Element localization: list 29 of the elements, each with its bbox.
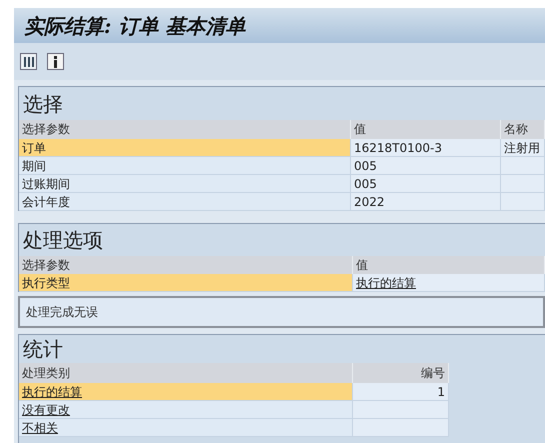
section-title: 选择 [19, 87, 545, 120]
table-cell: 注射用 [501, 139, 545, 157]
category-link[interactable]: 不相关 [22, 421, 58, 435]
category-link[interactable]: 执行的结算 [22, 385, 82, 399]
table-cell: 005 [351, 175, 501, 193]
window-title: 实际结算: 订单 基本清单 [24, 12, 246, 40]
columns-icon[interactable] [20, 53, 37, 70]
column-header: 选择参数 [19, 256, 353, 274]
table-cell: 2022 [351, 193, 501, 211]
column-header: 值 [351, 120, 501, 139]
column-header: 名称 [501, 120, 545, 139]
table-cell[interactable]: 执行类型 [19, 274, 353, 292]
table-cell [501, 157, 545, 175]
table-cell: 16218T0100-3 [351, 139, 501, 157]
table-cell: 1 [353, 383, 449, 401]
table-cell[interactable]: 会计年度 [19, 193, 351, 211]
status-message: 处理完成无误 [26, 304, 98, 321]
column-header: 编号 [353, 363, 449, 383]
column-header: 选择参数 [19, 120, 351, 139]
table-cell[interactable]: 订单 [19, 139, 351, 157]
category-link[interactable]: 没有更改 [22, 403, 70, 417]
section-title: 处理选项 [19, 224, 545, 256]
info-icon[interactable] [47, 53, 64, 70]
table-cell[interactable]: 期间 [19, 157, 351, 175]
column-header: 处理类别 [19, 363, 353, 383]
table-cell[interactable]: 过账期间 [19, 175, 351, 193]
table-cell [501, 175, 545, 193]
column-header: 值 [353, 256, 545, 274]
table-cell: 005 [351, 157, 501, 175]
